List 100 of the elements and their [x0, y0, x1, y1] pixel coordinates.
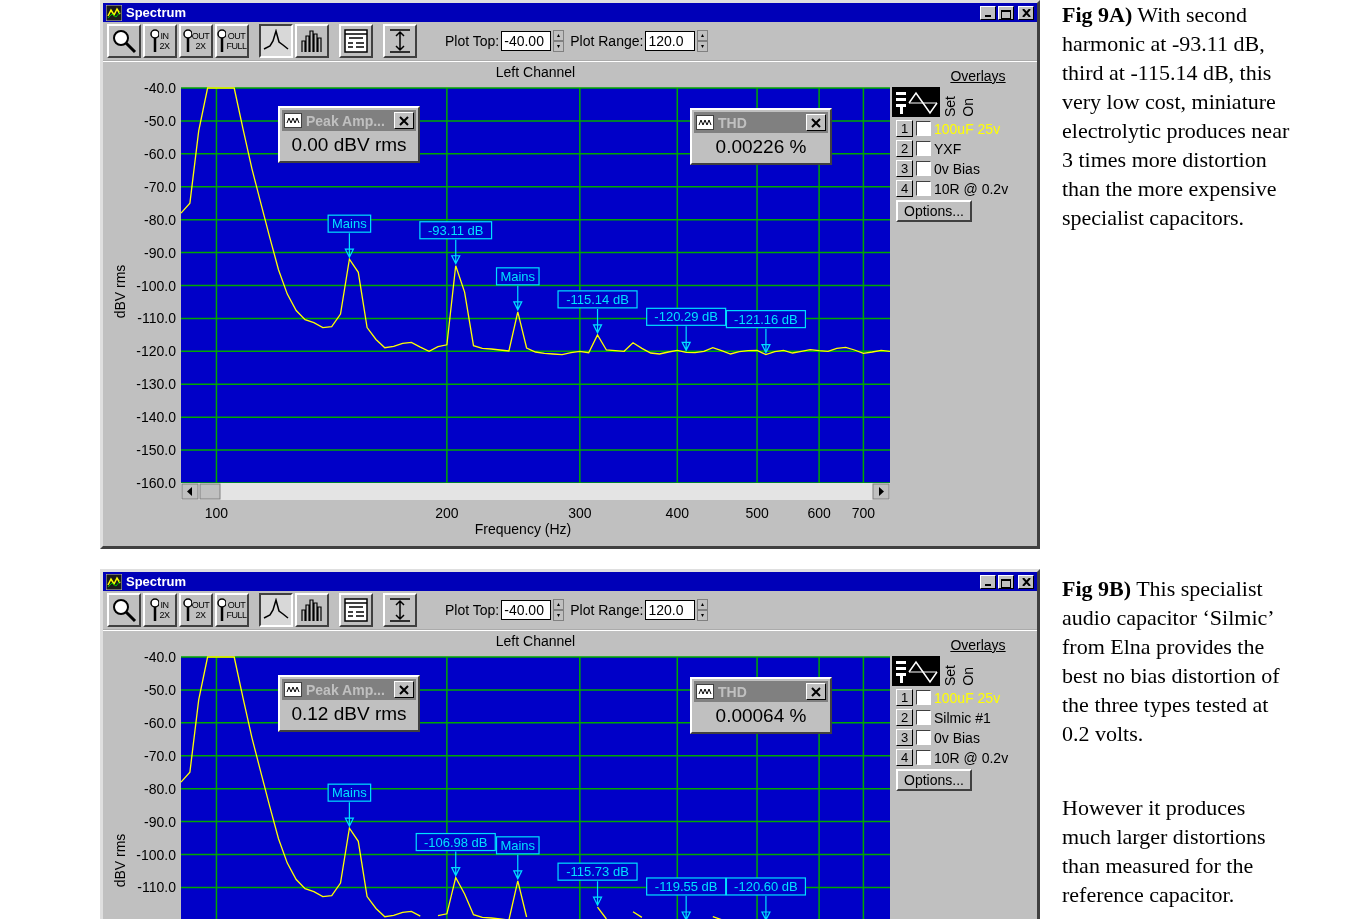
marker-label: -120.60 dB — [725, 877, 807, 896]
overlay-label: 100uF 25v — [934, 689, 1001, 706]
overlay-label: Silmic #1 — [934, 709, 991, 726]
column-header: On — [960, 667, 976, 686]
axis-tick-label: -100.0 — [136, 846, 176, 863]
overlay-label: 100uF 25v — [934, 120, 1001, 137]
tool-button[interactable]: OUT FULL — [215, 593, 249, 627]
marker-label: Mains — [495, 836, 540, 855]
annotation: -115.73 dB — [566, 864, 629, 880]
axis-tick-label: 600 — [807, 505, 831, 521]
annotation: Mains — [500, 268, 536, 284]
field-label: Plot Top: — [445, 33, 500, 49]
annotation: -121.16 dB — [734, 311, 798, 327]
set-button[interactable]: 1 — [896, 120, 913, 137]
column-header: On — [960, 98, 976, 117]
options-button[interactable]: Options... — [896, 200, 972, 222]
chart-title: Left Channel — [495, 64, 576, 80]
tool-button[interactable]: OUT 2X — [179, 24, 213, 58]
axis-tick-label: -70.0 — [144, 747, 176, 764]
axis-tick-label: 500 — [745, 505, 769, 521]
marker-label: Mains — [327, 214, 372, 233]
caption-paragraph: However it produces much larger distortions than measured for the reference capacitor. — [1062, 794, 1267, 909]
caption-paragraph: Fig 9A) With second harmonic at -93.11 dB, third at -115.14 dB, this very low cost, miniature electrolytic produces near 3 times more distortion than the more expensive specialist capacitors. — [1062, 1, 1290, 232]
axis-title: Frequency (Hz) — [474, 521, 572, 537]
annotation: -120.60 dB — [734, 878, 798, 894]
annotation: -119.55 dB — [654, 878, 718, 894]
dialog-title: THD — [718, 114, 747, 131]
set-button[interactable]: 4 — [896, 749, 913, 766]
axis-tick-label: 200 — [435, 505, 459, 521]
options-button[interactable]: Options... — [896, 769, 972, 791]
chart-title: Left Channel — [495, 633, 576, 649]
axis-tick-label: -80.0 — [144, 780, 176, 797]
set-button[interactable]: 2 — [896, 140, 913, 157]
marker-label: -121.16 dB — [725, 310, 807, 329]
overlay-label: YXF — [934, 140, 962, 157]
marker-label: -106.98 dB — [415, 832, 496, 852]
axis-tick-label: -100.0 — [136, 277, 176, 294]
marker-label: -119.55 dB — [646, 877, 727, 896]
overlays-link[interactable]: Overlays — [950, 637, 1006, 653]
readout-value: 0.00064 % — [714, 704, 808, 728]
annotation: Mains — [332, 216, 368, 232]
marker-label: -115.14 dB — [557, 290, 638, 309]
marker-label: -93.11 dB — [419, 221, 493, 240]
axis-tick-label: 100 — [204, 505, 229, 521]
overlay-label: 10R @ 0.2v — [934, 180, 1009, 197]
axis-tick-label: -130.0 — [136, 376, 176, 393]
axis-tick-label: -50.0 — [144, 681, 176, 698]
axis-tick-label: -110.0 — [137, 310, 176, 327]
axis-tick-label: 700 — [851, 505, 876, 521]
axis-tick-label: -80.0 — [144, 211, 176, 228]
tool-button[interactable]: OUT 2X — [179, 593, 213, 627]
overlays-link[interactable]: Overlays — [950, 68, 1006, 84]
tool-button[interactable]: IN 2X — [143, 24, 177, 58]
axis-tick-label: -60.0 — [144, 145, 176, 162]
number-field[interactable]: 120.0 — [645, 31, 696, 51]
tool-button[interactable]: IN 2X — [143, 593, 177, 627]
number-field[interactable]: -40.00 — [501, 600, 552, 620]
set-button[interactable]: 2 — [896, 709, 913, 726]
axis-tick-label: -160.0 — [136, 475, 176, 491]
overlay-label: 0v Bias — [934, 160, 980, 177]
annotation: Mains — [332, 785, 368, 801]
caption-paragraph: Fig 9B) This specialist audio capacitor ‘Silmic’ from Elna provides the best no bias distortion of the three types tested at 0.2 volts. — [1062, 575, 1281, 748]
annotation: -115.14 dB — [566, 291, 629, 307]
axis-title: dBV rms — [112, 264, 128, 319]
overlay-label: 0v Bias — [934, 729, 980, 746]
set-button[interactable]: 3 — [896, 729, 913, 746]
set-button[interactable]: 3 — [896, 160, 913, 177]
axis-tick-label: -40.0 — [144, 649, 176, 665]
readout-value: 0.12 dBV rms — [290, 702, 408, 726]
axis-tick-label: -150.0 — [136, 442, 176, 459]
number-field[interactable]: -40.00 — [501, 31, 552, 51]
axis-tick-label: -40.0 — [144, 80, 176, 96]
number-field[interactable]: 120.0 — [645, 600, 696, 620]
annotation: -93.11 dB — [428, 222, 484, 238]
dialog-title: Peak Amp... — [306, 681, 385, 698]
axis-tick-label: -120.0 — [136, 343, 176, 360]
axis-tick-label: -90.0 — [144, 244, 176, 261]
axis-tick-label: -90.0 — [144, 813, 176, 830]
axis-tick-label: -60.0 — [144, 714, 176, 731]
axis-tick-label: -70.0 — [144, 178, 176, 195]
annotation: -120.29 dB — [654, 309, 718, 325]
dialog-title: Peak Amp... — [306, 112, 385, 129]
field-label: Plot Top: — [445, 602, 500, 618]
annotation: -106.98 dB — [423, 834, 488, 850]
column-header: Set — [942, 665, 958, 686]
axis-tick-label: -110.0 — [137, 879, 176, 896]
window-title: Spectrum — [126, 574, 186, 589]
annotation: Mains — [500, 837, 536, 853]
readout-value: 0.00 dBV rms — [290, 133, 408, 157]
axis-title: dBV rms — [112, 833, 128, 888]
set-button[interactable]: 1 — [896, 689, 913, 706]
overlay-label: 10R @ 0.2v — [934, 749, 1009, 766]
axis-tick-label: -140.0 — [136, 409, 176, 426]
field-label: Plot Range: — [570, 33, 644, 49]
set-button[interactable]: 4 — [896, 180, 913, 197]
tool-button[interactable]: OUT FULL — [215, 24, 249, 58]
axis-tick-label: 300 — [568, 505, 592, 521]
field-label: Plot Range: — [570, 602, 644, 618]
column-header: Set — [942, 96, 958, 117]
marker-label: -120.29 dB — [646, 307, 727, 326]
